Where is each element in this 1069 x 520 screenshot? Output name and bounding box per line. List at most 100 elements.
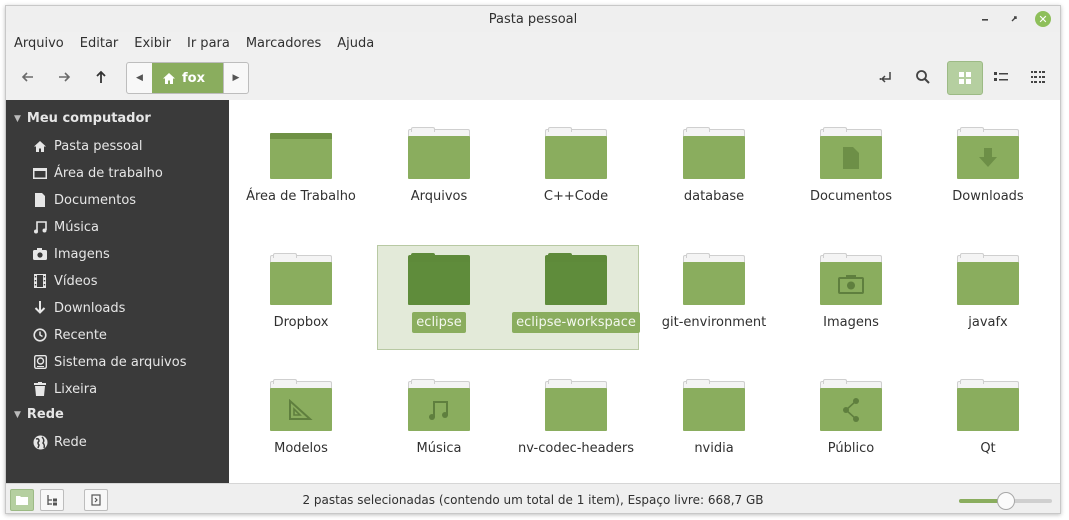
folder-icon: [270, 129, 332, 179]
sidebar-item-label: Sistema de arquivos: [54, 354, 187, 370]
up-button[interactable]: [85, 61, 117, 93]
folder-item[interactable]: Documentos: [782, 127, 920, 204]
menu-item[interactable]: Marcadores: [238, 33, 329, 55]
up-arrow-icon: [96, 70, 106, 83]
location-toggle-button[interactable]: [870, 61, 902, 93]
forward-button[interactable]: [48, 61, 80, 93]
menu-item[interactable]: Ajuda: [329, 33, 382, 55]
minimize-button[interactable]: [976, 10, 994, 28]
toolbar: ◀ fox ▶: [6, 61, 1060, 97]
folder-icon: [957, 253, 1019, 305]
sidebar-item[interactable]: Recente: [32, 327, 107, 343]
zoom-slider-handle[interactable]: [996, 492, 1015, 510]
back-button[interactable]: [12, 61, 44, 93]
music-icon: [429, 400, 448, 420]
desktop-icon: [32, 165, 48, 181]
sidebar-item[interactable]: Pasta pessoal: [32, 138, 143, 154]
sidebar-item[interactable]: Sistema de arquivos: [32, 354, 186, 370]
folder-item[interactable]: Música: [370, 379, 508, 456]
sidebar-item[interactable]: Área de trabalho: [32, 165, 163, 181]
menubar: Arquivo Editar Exibir Ir para Marcadores Ajud…: [6, 33, 382, 55]
folder-item[interactable]: Qt: [919, 379, 1057, 456]
sidebar: ▼ Meu computador Pasta pessoal Área de tr…: [6, 100, 229, 483]
folder-icon: [545, 253, 607, 305]
title-bar[interactable]: Pasta pessoal ✕: [6, 6, 1060, 32]
download-icon: [979, 147, 997, 167]
maximize-icon: [1011, 16, 1017, 22]
maximize-button[interactable]: [1005, 10, 1023, 28]
folder-item[interactable]: nvidia: [645, 379, 783, 456]
menu-item[interactable]: Editar: [72, 33, 127, 55]
document-icon: [843, 146, 859, 169]
compact-view-button[interactable]: [1022, 61, 1054, 93]
folder-item[interactable]: Público: [782, 379, 920, 456]
folder-name: Documentos: [809, 189, 893, 204]
folder-icon: [683, 379, 745, 431]
minimize-icon: [982, 19, 988, 21]
sidebar-item[interactable]: Música: [32, 219, 99, 235]
folder-item[interactable]: Área de Trabalho: [232, 129, 370, 204]
folder-item[interactable]: nv-codec-headers: [507, 379, 645, 456]
sidebar-heading: Meu computador: [26, 111, 151, 126]
camera-icon: [838, 274, 864, 294]
location-entry-icon: [879, 72, 891, 83]
folder-item[interactable]: Dropbox: [232, 253, 370, 330]
folder-item[interactable]: Downloads: [919, 127, 1057, 204]
zoom-slider[interactable]: [959, 492, 1052, 510]
icon-view-button[interactable]: [947, 61, 983, 95]
menu-item[interactable]: Exibir: [126, 33, 179, 55]
menu-item[interactable]: Ir para: [179, 33, 238, 55]
expand-triangle-icon: ▼: [14, 409, 21, 420]
list-view-button[interactable]: [985, 61, 1017, 93]
folder-name: Downloads: [952, 189, 1024, 204]
search-icon: [916, 70, 930, 84]
status-text: 2 pastas selecionadas (contendo um total…: [302, 493, 764, 507]
folder-icon: [270, 379, 332, 431]
folder-item[interactable]: git-environment: [645, 253, 783, 330]
folder-icon: [545, 379, 607, 431]
folder-name: Dropbox: [273, 315, 329, 330]
folder-item[interactable]: database: [645, 127, 783, 204]
back-arrow-icon: [21, 72, 33, 82]
folder-item[interactable]: javafx: [919, 253, 1057, 330]
path-left-arrow[interactable]: ◀: [127, 63, 152, 93]
status-bar: 2 pastas selecionadas (contendo um total…: [6, 483, 1060, 513]
close-button[interactable]: ✕: [1034, 10, 1052, 28]
sidebar-section-computer[interactable]: ▼ Meu computador: [14, 111, 151, 126]
sidebar-item[interactable]: Imagens: [32, 246, 110, 262]
sidebar-item[interactable]: Vídeos: [32, 273, 97, 289]
sidebar-heading: Rede: [26, 407, 64, 422]
folder-name: Público: [827, 441, 875, 456]
path-right-arrow[interactable]: ▶: [223, 63, 248, 93]
sidebar-item[interactable]: Documentos: [32, 192, 136, 208]
path-segment-home[interactable]: fox: [152, 63, 223, 93]
folder-name: Área de Trabalho: [246, 189, 356, 204]
file-view[interactable]: Área de Trabalho Arquivos C++Code database D…: [229, 100, 1060, 483]
sidebar-item[interactable]: Lixeira: [32, 381, 97, 397]
sidebar-item-label: Área de trabalho: [54, 165, 163, 181]
forward-arrow-icon: [59, 72, 71, 82]
sidebar-item-label: Pasta pessoal: [54, 138, 143, 154]
drive-icon: [32, 354, 48, 370]
sidebar-item[interactable]: Rede: [32, 434, 87, 450]
folder-item[interactable]: C++Code: [507, 127, 645, 204]
search-button[interactable]: [907, 61, 939, 93]
clock-icon: [32, 327, 48, 343]
folder-item[interactable]: Imagens: [782, 253, 920, 330]
folder-item[interactable]: eclipse: [370, 253, 508, 333]
folder-item[interactable]: eclipse-workspace: [507, 253, 645, 333]
menu-item[interactable]: Arquivo: [6, 33, 72, 55]
folder-icon: [545, 127, 607, 179]
folder-icon: [408, 127, 470, 179]
sidebar-item-label: Recente: [54, 327, 107, 343]
file-manager-window: Pasta pessoal ✕ Arquivo Editar Exibir Ir pa…: [5, 5, 1061, 514]
sidebar-section-network[interactable]: ▼ Rede: [14, 407, 64, 422]
folder-name: eclipse-workspace: [512, 312, 640, 333]
folder-name: git-environment: [661, 315, 767, 330]
sidebar-item[interactable]: Downloads: [32, 300, 125, 316]
folder-item[interactable]: Modelos: [232, 379, 370, 456]
folder-item[interactable]: Arquivos: [370, 127, 508, 204]
template-ruler-icon: [289, 398, 313, 420]
list-view-icon: [994, 72, 1008, 81]
grid-view-icon: [959, 72, 971, 84]
